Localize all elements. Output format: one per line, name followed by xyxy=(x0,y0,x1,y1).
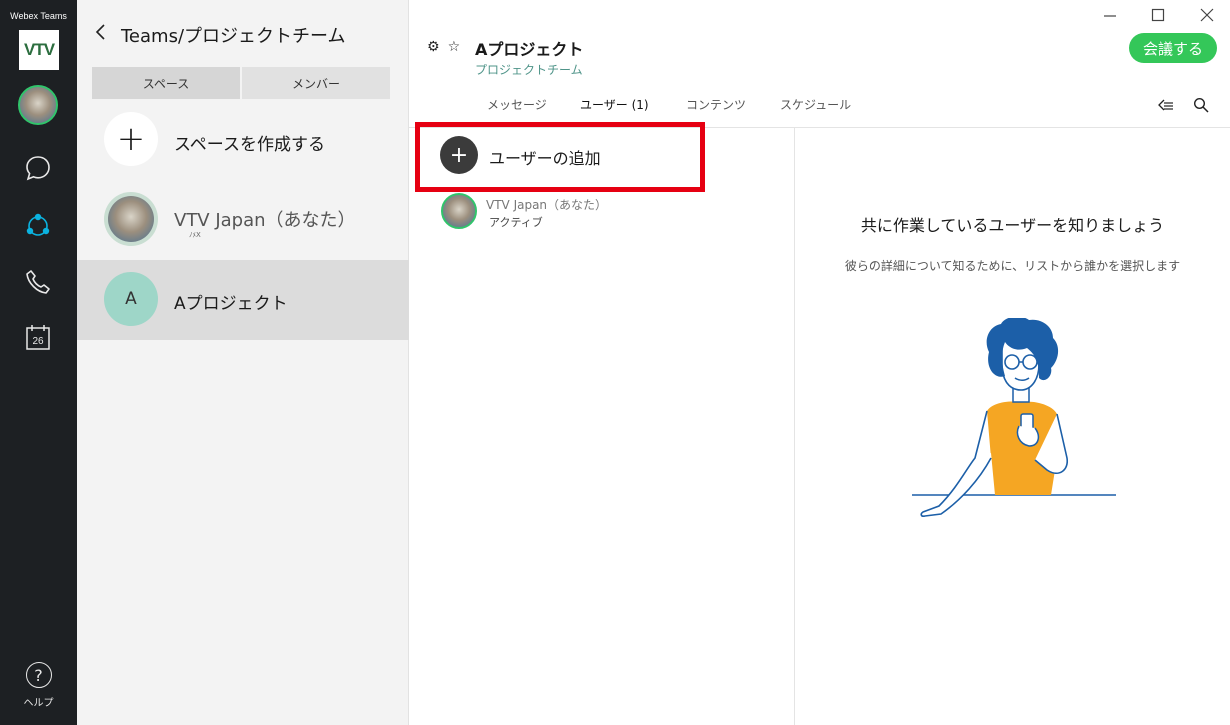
space-initial-avatar: A xyxy=(104,272,158,326)
close-button[interactable] xyxy=(1198,6,1216,24)
search-icon xyxy=(1193,97,1209,113)
activity-icon xyxy=(1158,99,1173,111)
space-header-icons: ⚙ ☆ xyxy=(427,39,460,55)
help-label: ヘルプ xyxy=(23,698,54,709)
gear-icon[interactable]: ⚙ xyxy=(427,39,440,55)
person-illustration xyxy=(912,318,1116,517)
member-avatar[interactable] xyxy=(441,193,477,229)
space-item-a-project[interactable]: A Aプロジェクト xyxy=(77,260,409,340)
space-name: VTV Japan（あなた） xyxy=(174,210,356,231)
phone-icon xyxy=(26,270,50,294)
space-subtext: ﾉﾒX xyxy=(189,231,201,239)
space-subtitle-link[interactable]: プロジェクトチーム xyxy=(475,61,583,78)
maximize-button[interactable] xyxy=(1149,6,1167,24)
space-item-vtv[interactable]: VTV Japan（あなた） ﾉﾒX xyxy=(77,180,409,260)
plus-icon: + xyxy=(104,112,158,166)
maximize-icon xyxy=(1151,8,1165,22)
tab-contents[interactable]: コンテンツ xyxy=(686,96,746,113)
add-user-label[interactable]: ユーザーの追加 xyxy=(489,145,601,169)
space-title: Aプロジェクト xyxy=(475,40,584,59)
empty-state-title: 共に作業しているユーザーを知りましょう xyxy=(860,216,1165,235)
empty-state-subtitle: 彼らの詳細について知るために、リストから誰かを選択します xyxy=(844,259,1181,273)
activity-menu-button[interactable] xyxy=(1157,96,1175,114)
add-user-button[interactable]: + xyxy=(440,136,478,174)
calendar-icon: 26 xyxy=(26,325,50,350)
help-icon: ? xyxy=(25,662,52,688)
back-button[interactable] xyxy=(91,22,111,42)
team-panel: Teams/プロジェクトチーム スペース メンバー + スペースを作成する VT… xyxy=(77,0,409,725)
star-icon[interactable]: ☆ xyxy=(448,39,461,55)
team-title: Teams/プロジェクトチーム xyxy=(121,26,346,47)
member-status: アクティブ xyxy=(489,216,543,229)
plus-icon: + xyxy=(449,142,469,168)
app-name: Webex Teams xyxy=(10,11,67,21)
calendar-button[interactable]: 26 xyxy=(18,317,58,357)
tab-members[interactable]: メンバー xyxy=(242,67,390,99)
space-name: Aプロジェクト xyxy=(174,294,288,314)
main-area: ⚙ ☆ Aプロジェクト プロジェクトチーム 会議する メッセージ ユーザー (1… xyxy=(409,0,1230,725)
space-avatar xyxy=(104,192,158,246)
teams-button[interactable] xyxy=(18,206,58,246)
chat-bubble-icon xyxy=(26,156,50,181)
teams-icon xyxy=(26,213,50,236)
calls-button[interactable] xyxy=(18,262,58,302)
tab-messages[interactable]: メッセージ xyxy=(487,96,547,113)
close-icon xyxy=(1200,8,1214,22)
minimize-icon xyxy=(1104,15,1116,17)
app-window: Webex Teams VTV 26 ? ヘルプ Teams/プロジェクトチーム… xyxy=(0,0,1230,725)
tab-schedule[interactable]: スケジュール xyxy=(780,96,851,113)
org-logo[interactable]: VTV xyxy=(19,30,59,70)
calendar-day: 26 xyxy=(32,336,44,347)
messaging-button[interactable] xyxy=(18,148,58,188)
tab-spaces[interactable]: スペース xyxy=(92,67,240,99)
help-button[interactable]: ? ヘルプ xyxy=(0,662,77,709)
search-button[interactable] xyxy=(1192,96,1210,114)
segment-control: スペース メンバー xyxy=(92,67,390,99)
chevron-left-icon xyxy=(95,24,105,40)
create-space-row[interactable]: + スペースを作成する xyxy=(77,100,409,180)
member-name[interactable]: VTV Japan（あなた） xyxy=(486,196,607,213)
minimize-button[interactable] xyxy=(1101,6,1119,24)
tab-users[interactable]: ユーザー (1) xyxy=(580,96,649,113)
create-space-label: スペースを作成する xyxy=(174,135,325,155)
meet-button[interactable]: 会議する xyxy=(1129,33,1217,63)
left-rail: Webex Teams VTV 26 ? ヘルプ xyxy=(0,0,77,725)
user-avatar[interactable] xyxy=(18,85,58,125)
